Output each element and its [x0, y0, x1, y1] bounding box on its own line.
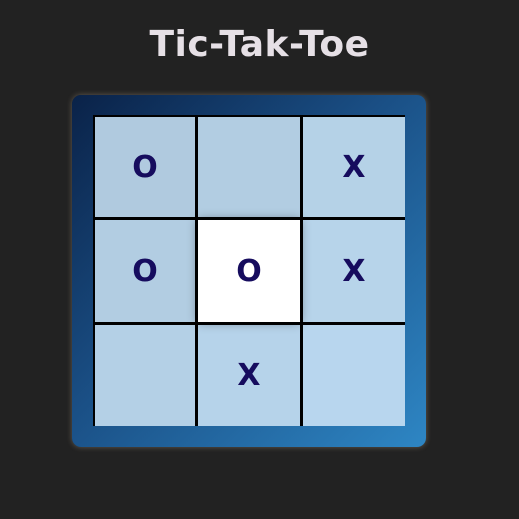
game-title: Tic-Tak-Toe [149, 24, 370, 65]
game-screen: Tic-Tak-Toe O X O O X X [0, 0, 519, 519]
board-cell-r1-c0[interactable]: O [95, 220, 195, 322]
board-cell-r0-c0[interactable]: O [95, 117, 195, 217]
board-cell-r0-c1[interactable] [198, 117, 300, 217]
board-frame: O X O O X X [72, 95, 426, 447]
board-cell-r2-c2[interactable] [303, 325, 405, 426]
board-cell-r2-c1[interactable]: X [198, 325, 300, 426]
game-board: O X O O X X [93, 115, 405, 426]
board-cell-r0-c2[interactable]: X [303, 117, 405, 217]
board-cell-r1-c2[interactable]: X [303, 220, 405, 322]
board-cell-r2-c0[interactable] [95, 325, 195, 426]
board-cell-r1-c1[interactable]: O [198, 220, 300, 322]
